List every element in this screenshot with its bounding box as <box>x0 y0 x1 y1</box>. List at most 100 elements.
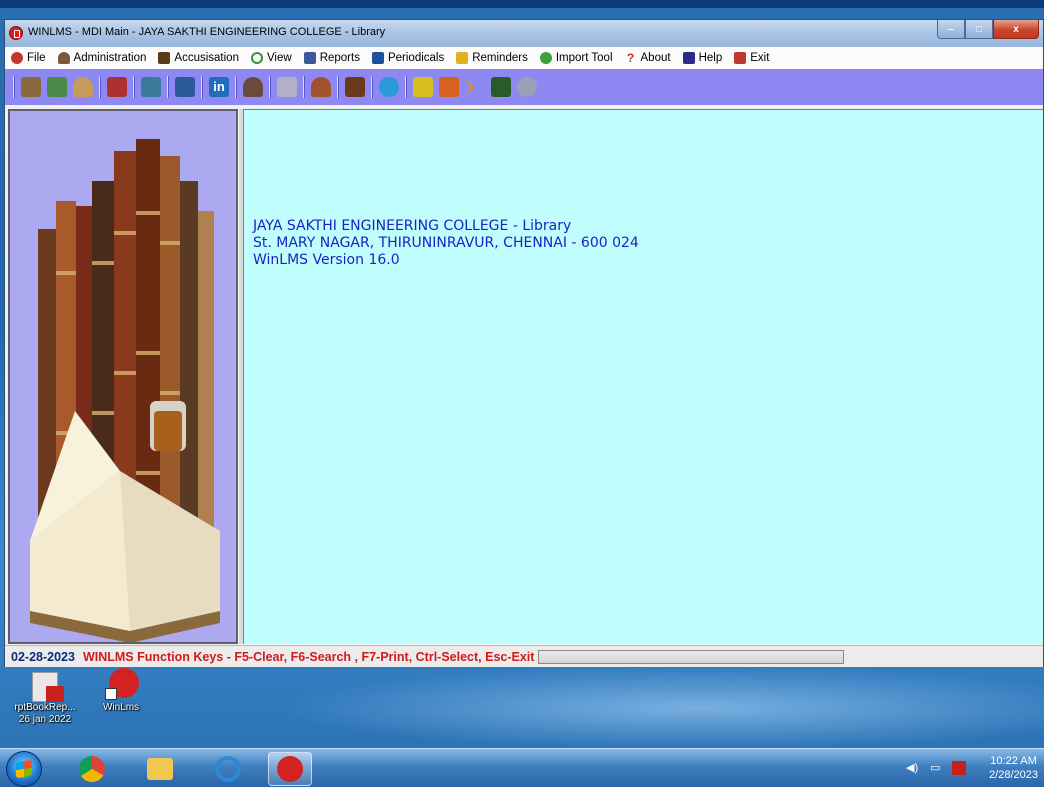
file-icon <box>11 52 23 64</box>
accusisation-icon <box>158 52 171 64</box>
menu-help[interactable]: Help <box>682 52 722 64</box>
desktop-icon-sublabel: 26 jan 2022 <box>18 714 72 725</box>
internet-explorer-icon <box>215 756 241 782</box>
menu-label: About <box>640 52 671 64</box>
network-icon[interactable] <box>107 77 127 97</box>
taskbar-chrome[interactable] <box>70 752 114 786</box>
toolbar-separator <box>13 76 15 98</box>
refresh-icon[interactable] <box>379 77 399 97</box>
user-icon[interactable] <box>243 77 263 97</box>
action-center-icon[interactable] <box>952 761 966 775</box>
catalog-icon[interactable] <box>47 77 67 97</box>
version-text: WinLMS Version 16.0 <box>253 252 400 268</box>
clock[interactable]: 10:22 AM 2/28/2023 <box>989 754 1038 782</box>
close-button[interactable]: x <box>993 20 1039 39</box>
menu-file[interactable]: File <box>11 52 46 64</box>
maximize-button[interactable]: □ <box>965 20 993 39</box>
start-button[interactable] <box>6 751 42 787</box>
window-controls: – □ x <box>937 20 1039 40</box>
toolbar-separator <box>337 76 339 98</box>
desktop-icon-label: rptBookRep... <box>14 702 76 713</box>
toolbar-separator <box>303 76 305 98</box>
table-icon[interactable] <box>491 77 511 97</box>
folder-icon[interactable] <box>175 77 195 97</box>
chrome-icon <box>79 756 105 782</box>
clock-time: 10:22 AM <box>990 755 1037 767</box>
menu-periodicals[interactable]: Periodicals <box>371 52 445 64</box>
menu-label: Exit <box>750 52 770 64</box>
books-icon[interactable] <box>345 77 365 97</box>
menu-label: File <box>27 52 46 64</box>
disk-icon[interactable] <box>517 77 537 97</box>
exit-icon <box>734 52 747 64</box>
app-icon[interactable] <box>9 26 23 40</box>
import-tool-icon <box>539 52 552 64</box>
volume-icon[interactable]: ◀) <box>906 761 920 775</box>
toolbar: in <box>5 69 1043 105</box>
desktop-icon-label: WinLms <box>102 702 140 713</box>
winlms-app-icon <box>103 668 139 702</box>
desktop-icon-winlms[interactable]: WinLms <box>96 668 146 714</box>
menu-administration[interactable]: Administration <box>57 52 146 64</box>
system-tray: ◀) ▭ 10:22 AM 2/28/2023 <box>894 749 1044 787</box>
network-icon[interactable]: ▭ <box>930 761 944 775</box>
document-icon[interactable] <box>277 77 297 97</box>
person-icon[interactable] <box>311 77 331 97</box>
winlms-main-window: WINLMS - MDI Main - JAYA SAKTHI ENGINEER… <box>4 19 1044 667</box>
menu-label: Accusisation <box>174 52 239 64</box>
member-icon[interactable] <box>73 77 93 97</box>
menu-view[interactable]: View <box>250 52 292 64</box>
maximize-icon: □ <box>975 23 983 35</box>
status-bar: 02-28-2023 WINLMS Function Keys - F5-Cle… <box>5 645 1043 667</box>
menu-label: View <box>266 52 292 64</box>
menu-reminders[interactable]: Reminders <box>456 52 528 64</box>
minimize-icon: – <box>948 23 954 35</box>
function-keys-hint: WINLMS Function Keys - F5-Clear, F6-Sear… <box>82 649 535 664</box>
menu-accusisation[interactable]: Accusisation <box>158 52 239 64</box>
view-icon <box>250 52 263 64</box>
menu-import-tool[interactable]: Import Tool <box>539 52 613 64</box>
taskbar-ie[interactable] <box>206 752 250 786</box>
top-strip <box>0 0 1044 8</box>
screen-icon[interactable] <box>141 77 161 97</box>
books-illustration <box>10 111 236 642</box>
about-icon: ? <box>626 51 635 65</box>
menu-label: Reminders <box>472 52 528 64</box>
forward-icon[interactable] <box>465 79 475 95</box>
window-title: WINLMS - MDI Main - JAYA SAKTHI ENGINEER… <box>28 26 386 38</box>
book-icon[interactable] <box>21 77 41 97</box>
toolbar-separator <box>269 76 271 98</box>
status-date: 02-28-2023 <box>11 649 75 664</box>
toolbar-separator <box>201 76 203 98</box>
menu-about[interactable]: ? About <box>625 52 671 64</box>
group-icon[interactable] <box>413 77 433 97</box>
menu-bar: File Administration Accusisation View Re… <box>5 47 1043 69</box>
toolbar-separator <box>99 76 101 98</box>
toolbar-separator <box>133 76 135 98</box>
periodicals-icon <box>371 52 384 64</box>
menu-label: Periodicals <box>387 52 445 64</box>
taskbar: ◀) ▭ 10:22 AM 2/28/2023 <box>0 748 1044 787</box>
help-icon <box>682 52 695 64</box>
minimize-button[interactable]: – <box>937 20 965 39</box>
reports-icon <box>303 52 316 64</box>
college-name: JAYA SAKTHI ENGINEERING COLLEGE - Librar… <box>253 218 572 234</box>
clock-date: 2/28/2023 <box>989 769 1038 781</box>
taskbar-winlms[interactable] <box>268 752 312 786</box>
toolbar-separator <box>167 76 169 98</box>
winlms-taskbar-icon <box>277 756 303 782</box>
menu-reports[interactable]: Reports <box>303 52 360 64</box>
taskbar-explorer[interactable] <box>138 752 182 786</box>
pdf-file-icon <box>24 672 66 702</box>
toolbar-separator <box>371 76 373 98</box>
college-address: St. MARY NAGAR, THIRUNINRAVUR, CHENNAI -… <box>253 235 639 251</box>
title-bar[interactable]: WINLMS - MDI Main - JAYA SAKTHI ENGINEER… <box>5 20 1043 47</box>
folder-icon <box>147 758 173 780</box>
desktop-icon-rptbookrep[interactable]: rptBookRep... 26 jan 2022 <box>4 672 86 726</box>
close-icon: x <box>1013 23 1019 35</box>
menu-exit[interactable]: Exit <box>734 52 769 64</box>
toolbar-separator <box>235 76 237 98</box>
in-icon[interactable]: in <box>209 77 229 97</box>
users-icon[interactable] <box>439 77 459 97</box>
reminders-icon <box>456 52 469 64</box>
